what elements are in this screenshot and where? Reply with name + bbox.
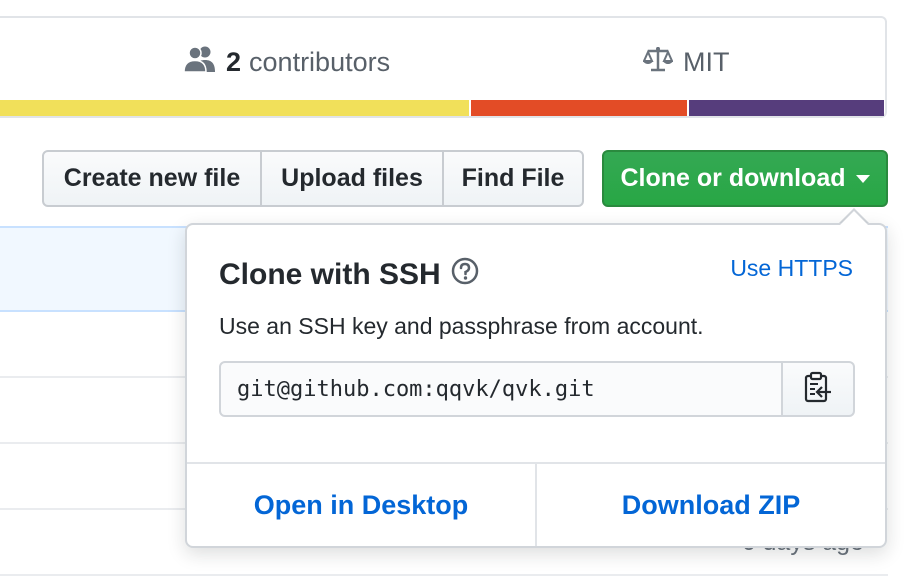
language-segment — [0, 100, 470, 116]
use-https-link[interactable]: Use HTTPS — [730, 255, 853, 282]
clone-panel-footer: Open in Desktop Download ZIP — [187, 462, 885, 546]
people-icon — [183, 45, 226, 80]
question-circle-icon[interactable] — [451, 257, 479, 293]
file-actions-group: Create new file Upload files Find File — [42, 150, 584, 207]
clipboard-icon — [803, 371, 833, 408]
clone-panel-title: Clone with SSH — [219, 258, 441, 291]
clone-button-label: Clone or download — [620, 164, 846, 192]
upload-files-button[interactable]: Upload files — [260, 150, 444, 207]
repo-summary: 2 contributors MIT — [0, 16, 887, 118]
contributors-link[interactable]: 2 contributors — [183, 44, 391, 80]
dropdown-pointer-fill — [840, 211, 868, 225]
clone-panel-heading: Clone with SSH — [219, 257, 479, 293]
language-segment — [469, 100, 688, 116]
copy-url-button[interactable] — [783, 361, 855, 417]
clone-description: Use an SSH key and passphrase from accou… — [219, 313, 704, 339]
clone-or-download-button[interactable]: Clone or download — [602, 150, 888, 207]
create-new-file-button[interactable]: Create new file — [42, 150, 262, 207]
find-file-button[interactable]: Find File — [442, 150, 584, 207]
download-zip-button[interactable]: Download ZIP — [535, 464, 885, 546]
language-segment — [687, 100, 884, 116]
language-bar[interactable] — [0, 100, 884, 116]
license-link[interactable]: MIT — [642, 44, 730, 81]
clone-dropdown: Clone with SSH Use HTTPS Use an SSH key … — [185, 223, 887, 548]
clone-url-group — [219, 361, 855, 417]
license-label: MIT — [683, 46, 730, 77]
law-scale-icon — [642, 44, 683, 81]
contributors-count: 2 — [226, 46, 242, 77]
contributors-label: contributors — [249, 46, 391, 77]
caret-down-icon — [855, 174, 870, 183]
clone-url-input[interactable] — [219, 361, 783, 417]
open-in-desktop-button[interactable]: Open in Desktop — [187, 464, 535, 546]
